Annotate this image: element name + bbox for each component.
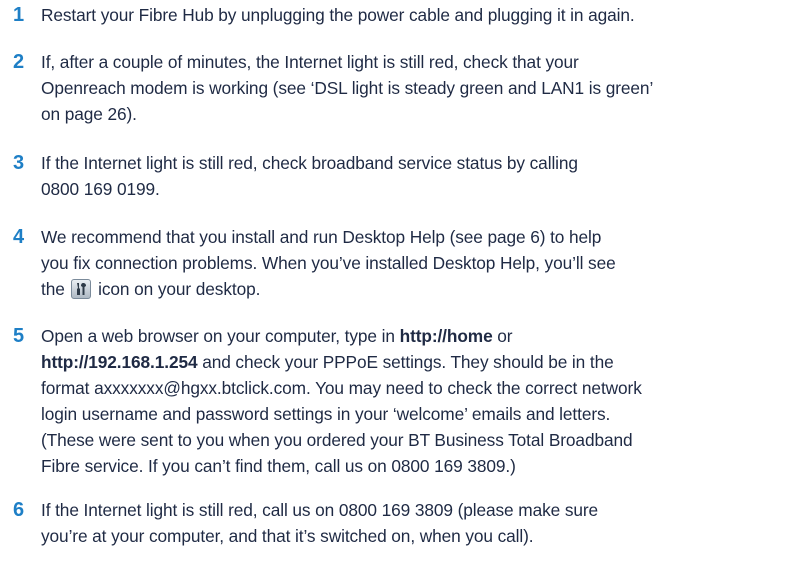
step-number: 4 xyxy=(13,226,25,248)
step-line: you fix connection problems. When you’ve… xyxy=(41,253,616,273)
router-ip-url: http://192.168.1.254 xyxy=(41,352,198,372)
step-text: We recommend that you install and run De… xyxy=(41,224,781,302)
step-number: 3 xyxy=(13,152,25,174)
step-number: 5 xyxy=(13,325,25,347)
step-text: If the Internet light is still red, call… xyxy=(41,497,781,549)
step-text: If the Internet light is still red, chec… xyxy=(41,150,781,202)
step-text-fragment: icon on your desktop. xyxy=(98,279,261,299)
step-line: 0800 169 0199. xyxy=(41,179,160,199)
step-line: you’re at your computer, and that it’s s… xyxy=(41,526,534,546)
desktop-help-tools-icon xyxy=(71,279,92,299)
step-line: Restart your Fibre Hub by unplugging the… xyxy=(41,5,635,25)
step-text: If, after a couple of minutes, the Inter… xyxy=(41,49,781,127)
step-text: Restart your Fibre Hub by unplugging the… xyxy=(41,2,781,28)
step-line: login username and password settings in … xyxy=(41,404,611,424)
step-line: If the Internet light is still red, chec… xyxy=(41,153,578,173)
step-number: 6 xyxy=(13,499,25,521)
step-number: 2 xyxy=(13,51,25,73)
step-text-fragment: or xyxy=(492,326,513,346)
step-line: Openreach modem is working (see ‘DSL lig… xyxy=(41,78,654,98)
step-line: If, after a couple of minutes, the Inter… xyxy=(41,52,579,72)
step-text-fragment: the xyxy=(41,279,65,299)
step-line: (These were sent to you when you ordered… xyxy=(41,430,633,450)
step-text-fragment: Open a web browser on your computer, typ… xyxy=(41,326,400,346)
step-line: the icon on your desktop. xyxy=(41,276,781,302)
step-line: Fibre service. If you can’t find them, c… xyxy=(41,456,516,476)
step-number: 1 xyxy=(13,4,25,26)
step-line: on page 26). xyxy=(41,104,137,124)
step-text: Open a web browser on your computer, typ… xyxy=(41,323,781,479)
step-line: Open a web browser on your computer, typ… xyxy=(41,323,781,349)
step-line: format axxxxxxx@hgxx.btclick.com. You ma… xyxy=(41,378,642,398)
step-text-fragment: and check your PPPoE settings. They shou… xyxy=(197,352,614,372)
step-line: If the Internet light is still red, call… xyxy=(41,500,599,520)
step-line: http://192.168.1.254 and check your PPPo… xyxy=(41,349,781,375)
home-url: http://home xyxy=(399,326,493,346)
step-line: We recommend that you install and run De… xyxy=(41,227,602,247)
